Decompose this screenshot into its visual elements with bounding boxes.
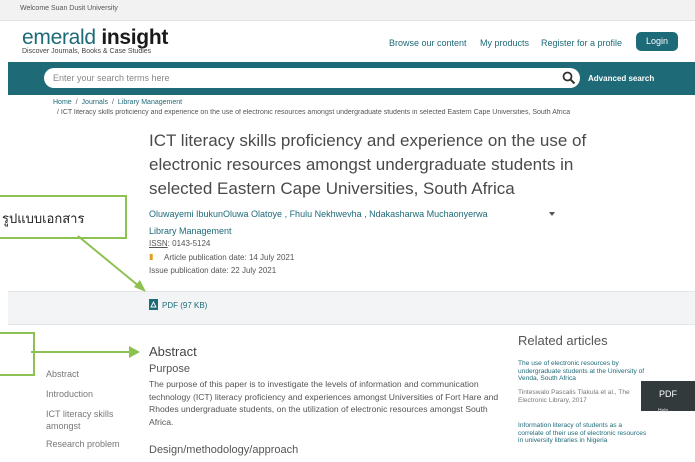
article-publication-date: Article publication date: 14 July 2021 [164,253,295,262]
annotation-box-abstract [0,332,35,376]
breadcrumb-home[interactable]: Home [53,99,72,106]
logo-part-emerald: emerald [22,26,102,49]
related-articles-heading: Related articles [518,333,608,348]
related-article-1[interactable]: The use of electronic resources by under… [518,360,648,383]
purpose-text: The purpose of this paper is to investig… [149,379,499,427]
toc-research-problem[interactable]: Research problem [46,438,120,450]
purpose-heading: Purpose [149,363,190,375]
download-band [8,291,695,325]
related-article-2[interactable]: Information literacy of students as a co… [518,422,648,445]
chevron-down-icon[interactable] [549,212,555,216]
search-placeholder: Enter your search terms here [53,73,170,83]
logo-part-insight: insight [101,26,169,49]
issn-label: ISSN [149,239,168,248]
toc-introduction[interactable]: Introduction [46,388,93,400]
nav-register[interactable]: Register for a profile [541,38,622,48]
floating-pdf-button[interactable]: PDF [641,381,695,411]
issue-publication-date: Issue publication date: 22 July 2021 [149,266,277,275]
annotation-box-format: รูปแบบเอกสาร [0,195,127,239]
article-authors[interactable]: Oluwayemi IbukunOluwa Olatoye , Fhulu Ne… [149,209,488,219]
issn-value: : 0143-5124 [167,239,211,248]
search-icon[interactable] [562,71,576,85]
breadcrumb: Home / Journals / Library Management [53,99,182,106]
article-title: ICT literacy skills proficiency and expe… [149,131,587,198]
logo-tagline: Discover Journals, Books & Case Studies [22,48,152,55]
toc-ict-literacy-cont[interactable]: amongst [46,420,81,432]
search-input[interactable]: Enter your search terms here [44,68,580,88]
breadcrumb-separator: / [75,99,78,106]
toc-abstract[interactable]: Abstract [46,368,79,380]
design-heading: Design/methodology/approach [149,444,299,456]
advanced-search-link[interactable]: Advanced search [588,74,654,83]
pdf-file-icon[interactable] [149,299,158,310]
breadcrumb-journal[interactable]: Library Management [118,99,182,106]
nav-browse-content[interactable]: Browse our content [389,38,467,48]
nav-my-products[interactable]: My products [480,38,529,48]
toc-ict-literacy[interactable]: ICT literacy skills [46,408,113,420]
issn: ISSN: 0143-5124 [149,239,210,248]
abstract-heading: Abstract [149,344,197,359]
breadcrumb-journals[interactable]: Journals [82,99,108,106]
annotation-label: รูปแบบเอกสาร [2,211,85,226]
pdf-download-link[interactable]: PDF (97 KB) [162,301,207,310]
welcome-text: Welcome Suan Dusit University [20,5,118,12]
breadcrumb-current: / ICT literacy skills proficiency and ex… [57,109,571,116]
welcome-bar: Welcome Suan Dusit University [0,0,695,21]
emerald-insight-logo[interactable]: emerald insight [22,27,168,49]
breadcrumb-separator: / [111,99,114,106]
related-article-1-meta: Tinteswalo Pascalis Tlakula et al., The … [518,389,630,404]
login-button[interactable]: Login [636,32,678,51]
calendar-icon: ▮ [149,252,154,261]
journal-link[interactable]: Library Management [149,226,232,236]
help-tab[interactable]: Help [658,408,668,414]
